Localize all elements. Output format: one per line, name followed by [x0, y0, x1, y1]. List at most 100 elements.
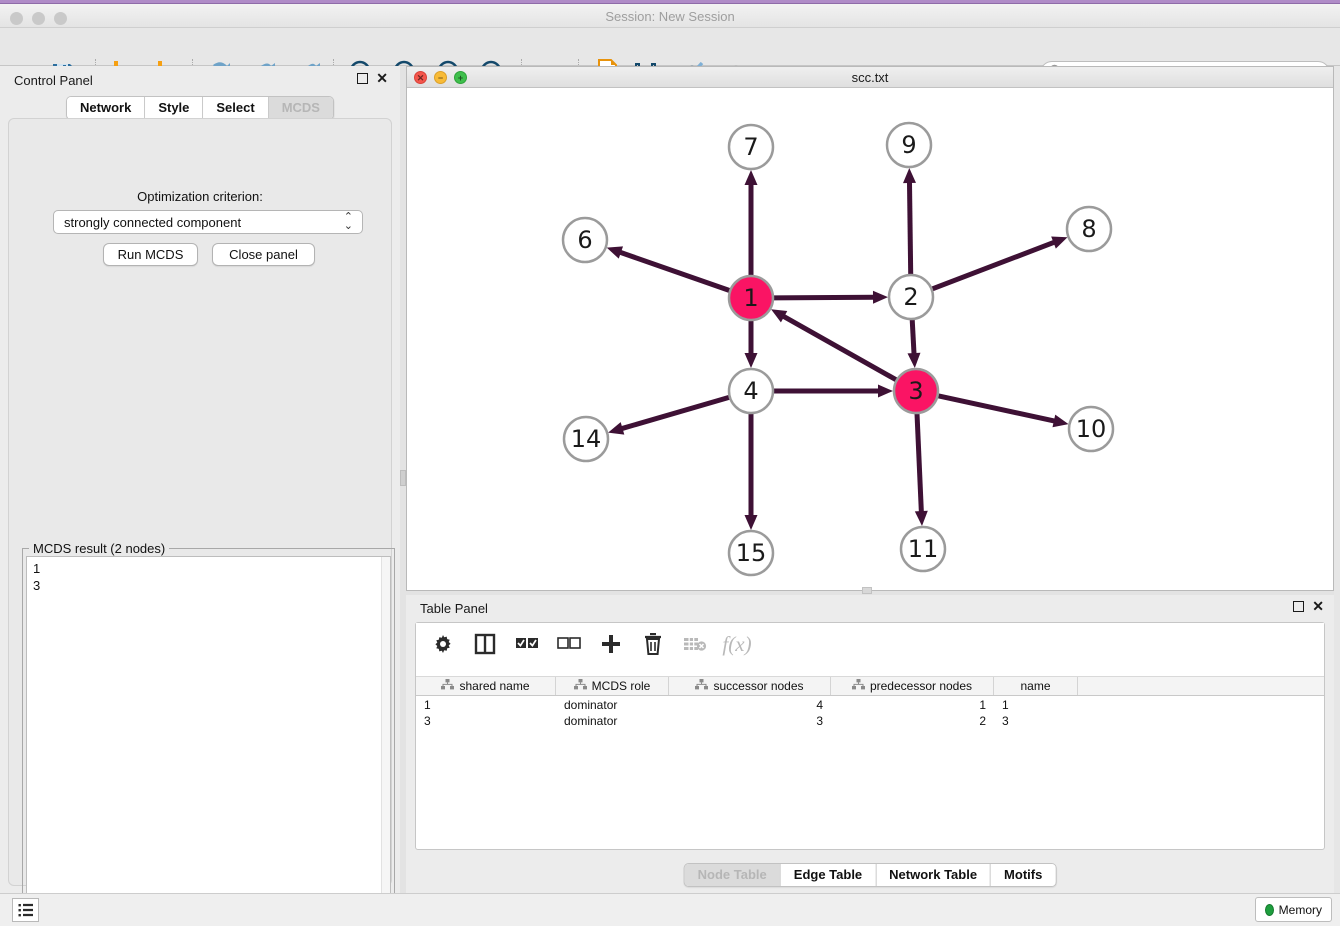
tab-network[interactable]: Network — [67, 97, 144, 119]
graph-node-label: 15 — [736, 539, 767, 567]
close-panel-icon[interactable]: ✕ — [1312, 601, 1324, 612]
column-label: name — [1020, 679, 1050, 693]
mcds-panel: Optimization criterion: strongly connect… — [8, 118, 392, 886]
column-header-shared-name[interactable]: shared name — [416, 677, 556, 695]
status-bar: Memory — [0, 893, 1340, 926]
table-cell[interactable]: 3 — [416, 713, 556, 729]
column-label: predecessor nodes — [870, 679, 972, 693]
graph-edge-arrow — [607, 246, 623, 258]
graph-node-label: 14 — [571, 425, 602, 453]
clear-checkboxes-icon[interactable] — [556, 631, 582, 657]
control-panel-title: Control Panel — [14, 73, 93, 88]
control-panel: Control Panel ✕ Network Style Select MCD… — [0, 66, 400, 893]
float-panel-icon[interactable] — [1293, 601, 1304, 612]
table-cell[interactable]: dominator — [556, 697, 669, 713]
table-header-row: shared nameMCDS role successor nodes prede… — [416, 676, 1324, 696]
graph-edge-arrow — [745, 170, 758, 185]
mcds-result-group: MCDS result (2 nodes) 1 3 — [22, 548, 395, 926]
table-row[interactable]: 1dominator411 — [416, 697, 1324, 713]
tab-network-table[interactable]: Network Table — [875, 864, 990, 886]
graph-edge-2-8[interactable] — [932, 242, 1056, 289]
add-icon[interactable] — [598, 631, 624, 657]
selected-option: strongly connected component — [64, 215, 241, 230]
session-title: Session: New Session — [0, 9, 1340, 24]
select-all-checkboxes-icon[interactable] — [514, 631, 540, 657]
column-header-name[interactable]: name — [994, 677, 1078, 695]
delete-icon[interactable] — [640, 631, 666, 657]
graph-edge-2-9[interactable] — [909, 181, 910, 275]
graph-edge-4-14[interactable] — [621, 397, 730, 429]
float-panel-icon[interactable] — [357, 73, 368, 84]
memory-button[interactable]: Memory — [1255, 897, 1332, 922]
table-row[interactable]: 3dominator323 — [416, 713, 1324, 729]
graph-edge-arrow — [873, 291, 888, 304]
graph-edge-arrow — [745, 353, 758, 368]
main-toolbar — [0, 28, 1340, 66]
split-columns-icon[interactable] — [472, 631, 498, 657]
network-view-window: ✕ − + scc.txt 7968124314101511 — [406, 66, 1334, 591]
column-label: successor nodes — [713, 679, 803, 693]
graph-edge-3-11[interactable] — [917, 413, 921, 513]
close-panel-button[interactable]: Close panel — [212, 243, 315, 266]
graph-edge-1-2[interactable] — [773, 297, 875, 298]
optimization-criterion-select[interactable]: strongly connected component ⌃⌄ — [53, 210, 363, 234]
tab-edge-table[interactable]: Edge Table — [780, 864, 875, 886]
graph-edge-arrow — [915, 511, 928, 526]
table-cell[interactable]: 1 — [416, 697, 556, 713]
tab-select[interactable]: Select — [202, 97, 267, 119]
table-cell[interactable]: 4 — [669, 697, 831, 713]
graph-edge-1-6[interactable] — [619, 252, 730, 291]
column-header-MCDS-role[interactable]: MCDS role — [556, 677, 669, 695]
table-body: 1dominator4113dominator323 — [416, 697, 1324, 729]
node-table-container: f(x) shared nameMCDS role successor nodes… — [415, 622, 1325, 850]
gear-icon[interactable] — [430, 631, 456, 657]
delete-table-icon[interactable] — [682, 631, 708, 657]
show-log-button[interactable] — [12, 898, 39, 922]
tab-node-table[interactable]: Node Table — [685, 864, 780, 886]
table-panel-title: Table Panel — [420, 601, 488, 616]
column-tree-icon — [695, 679, 708, 693]
select-stepper-icon: ⌃⌄ — [344, 213, 352, 231]
table-toolbar: f(x) — [416, 623, 1324, 665]
column-header-predecessor-nodes[interactable]: predecessor nodes — [831, 677, 994, 695]
run-mcds-button[interactable]: Run MCDS — [103, 243, 198, 266]
network-canvas[interactable]: 7968124314101511 — [407, 88, 1333, 590]
splitter-grip[interactable] — [862, 587, 872, 594]
graph-node-label: 8 — [1081, 215, 1096, 243]
tab-mcds[interactable]: MCDS — [268, 97, 333, 119]
graph-edge-arrow — [878, 385, 893, 398]
table-cell[interactable]: 1 — [994, 697, 1078, 713]
graph-edge-arrow — [907, 353, 920, 368]
mcds-result-textarea[interactable]: 1 3 — [26, 556, 391, 921]
network-view-title: scc.txt — [407, 70, 1333, 85]
tab-style[interactable]: Style — [144, 97, 202, 119]
column-tree-icon — [441, 679, 454, 693]
list-icon — [18, 903, 34, 917]
graph-edge-arrow — [1052, 415, 1068, 428]
graph-edge-arrow — [745, 515, 758, 530]
column-tree-icon — [852, 679, 865, 693]
table-cell[interactable]: 1 — [831, 697, 994, 713]
graph-edge-3-10[interactable] — [937, 396, 1055, 422]
network-window-titlebar[interactable]: ✕ − + scc.txt — [407, 67, 1333, 88]
graph-edge-2-3[interactable] — [912, 319, 914, 355]
app-titlebar: Session: New Session — [0, 4, 1340, 28]
table-cell[interactable]: 2 — [831, 713, 994, 729]
graph-node-label: 11 — [908, 535, 939, 563]
column-tree-icon — [574, 679, 587, 693]
column-header-successor-nodes[interactable]: successor nodes — [669, 677, 831, 695]
graph-node-label: 6 — [577, 226, 592, 254]
graph-node-label: 7 — [743, 133, 758, 161]
graph-node-label: 4 — [743, 377, 758, 405]
graph-edge-3-1[interactable] — [782, 316, 896, 381]
table-cell[interactable]: 3 — [994, 713, 1078, 729]
table-cell[interactable]: dominator — [556, 713, 669, 729]
graph-node-label: 2 — [903, 283, 918, 311]
result-scrollbar[interactable] — [381, 557, 390, 920]
table-panel: Table Panel ✕ — [406, 595, 1334, 893]
table-tabs: Node Table Edge Table Network Table Moti… — [684, 863, 1057, 887]
tab-motifs[interactable]: Motifs — [990, 864, 1055, 886]
close-panel-icon[interactable]: ✕ — [376, 73, 388, 84]
function-builder-icon[interactable]: f(x) — [724, 631, 750, 657]
table-cell[interactable]: 3 — [669, 713, 831, 729]
